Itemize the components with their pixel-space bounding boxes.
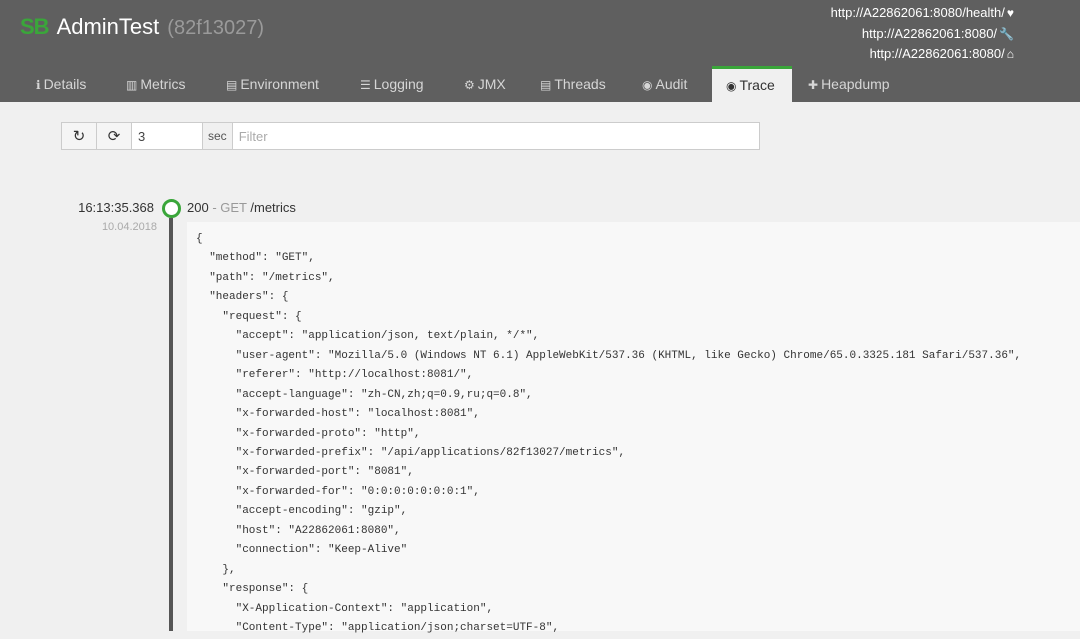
status-circle-icon xyxy=(162,199,181,218)
health-url-link[interactable]: http://A22862061:8080/health/♥ xyxy=(831,3,1014,24)
cogs-icon: ⚙ xyxy=(464,78,475,92)
auto-refresh-button[interactable]: ⟳ xyxy=(96,122,132,150)
tab-label: JMX xyxy=(477,76,506,92)
wrench-icon: 🔧 xyxy=(999,26,1014,41)
logo: SB xyxy=(20,14,50,39)
json-line: "x-forwarded-proto": "http", xyxy=(196,427,421,440)
tab-label: Environment xyxy=(240,76,319,92)
trace-toolbar: ↻ ⟳ sec xyxy=(61,122,760,152)
trace-json: { "method": "GET", "path": "/metrics", "… xyxy=(187,222,1080,639)
health-url[interactable]: http://A22862061:8080/health/ xyxy=(831,5,1005,20)
service-url[interactable]: http://A22862061:8080/ xyxy=(870,46,1005,61)
ambulance-icon: ✚ xyxy=(808,78,819,92)
auto-refresh-icon: ⟳ xyxy=(107,128,121,145)
tab-heapdump[interactable]: ✚ Heapdump xyxy=(808,66,890,102)
json-line: "host": "A22862061:8080", xyxy=(196,524,401,537)
tab-threads[interactable]: ▤ Threads xyxy=(540,66,606,102)
trace-status: 200 xyxy=(187,200,209,215)
trace-method: GET xyxy=(220,200,247,215)
home-icon: ⌂ xyxy=(1006,47,1014,61)
app-id: (82f13027) xyxy=(167,17,265,39)
json-line: { xyxy=(196,233,203,245)
trace-date: 10.04.2018 xyxy=(101,221,157,233)
chart-icon: ▥ xyxy=(126,78,138,92)
tab-environment[interactable]: ▤ Environment xyxy=(226,66,319,102)
json-line: "x-forwarded-port": "8081", xyxy=(196,466,414,479)
json-line: "method": "GET", xyxy=(196,252,315,265)
refresh-interval-input[interactable] xyxy=(131,122,203,150)
tab-audit[interactable]: ◉ Audit xyxy=(642,66,687,102)
tab-trace[interactable]: ◉ Trace xyxy=(712,66,792,102)
user-circle-icon: ◉ xyxy=(642,78,653,92)
app-name: AdminTest xyxy=(56,14,160,39)
trace-details: { "method": "GET", "path": "/metrics", "… xyxy=(187,222,1080,634)
tab-label: Trace xyxy=(739,77,775,93)
eye-icon: ◉ xyxy=(726,79,737,93)
management-url[interactable]: http://A22862061:8080/ xyxy=(862,26,997,41)
tab-label: Details xyxy=(43,76,87,92)
trace-time: 16:13:35.368 xyxy=(78,200,154,215)
tab-label: Heapdump xyxy=(821,76,890,92)
json-line: "accept-language": "zh-CN,zh;q=0.9,ru;q=… xyxy=(196,388,533,401)
trace-summary[interactable]: 200 - GET /metrics xyxy=(187,200,296,215)
table-icon: ▤ xyxy=(226,78,238,92)
interval-unit: sec xyxy=(202,122,233,150)
json-line: "path": "/metrics", xyxy=(196,271,335,284)
timeline-line xyxy=(169,218,173,631)
json-line: "request": { xyxy=(196,310,302,323)
json-line: "accept-encoding": "gzip", xyxy=(196,505,408,518)
tab-details[interactable]: ℹ Details xyxy=(36,66,86,102)
tab-label: Logging xyxy=(373,76,424,92)
info-icon: ℹ xyxy=(36,78,41,92)
trace-path: /metrics xyxy=(250,200,296,215)
trace-separator: - xyxy=(208,200,221,215)
json-line: "x-forwarded-host": "localhost:8081", xyxy=(196,408,480,421)
service-urls: http://A22862061:8080/health/♥ http://A2… xyxy=(831,3,1014,65)
refresh-icon: ↻ xyxy=(72,128,86,145)
json-line: "response": { xyxy=(196,583,309,596)
json-line: }, xyxy=(196,563,236,576)
json-line: "connection": "Keep-Alive" xyxy=(196,544,408,557)
heartbeat-icon: ♥ xyxy=(1006,6,1014,20)
app-header: SB AdminTest (82f13027) http://A22862061… xyxy=(0,0,1080,102)
filter-input[interactable] xyxy=(231,122,760,150)
tab-bar: ℹ Details ▥ Metrics ▤ Environment ☰ Logging … xyxy=(0,66,1080,102)
json-line: "x-forwarded-prefix": "/api/applications… xyxy=(196,446,626,459)
refresh-button[interactable]: ↻ xyxy=(61,122,97,150)
json-line: "accept": "application/json, text/plain,… xyxy=(196,330,540,343)
management-url-link[interactable]: http://A22862061:8080/🔧 xyxy=(831,24,1014,45)
brand: SB AdminTest (82f13027) xyxy=(20,14,264,44)
tab-label: Metrics xyxy=(140,76,186,92)
tab-jmx[interactable]: ⚙ JMX xyxy=(464,66,506,102)
tab-label: Threads xyxy=(554,76,606,92)
json-line: "x-forwarded-for": "0:0:0:0:0:0:0:1", xyxy=(196,485,480,498)
json-line: "user-agent": "Mozilla/5.0 (Windows NT 6… xyxy=(196,349,1022,362)
json-line: "Content-Type": "application/json;charse… xyxy=(196,622,560,635)
json-line: "referer": "http://localhost:8081/", xyxy=(196,369,474,382)
sliders-icon: ☰ xyxy=(360,78,371,92)
json-line: "headers": { xyxy=(196,291,289,304)
tab-logging[interactable]: ☰ Logging xyxy=(360,66,424,102)
tab-metrics[interactable]: ▥ Metrics xyxy=(126,66,185,102)
json-line: "X-Application-Context": "application", xyxy=(196,602,494,615)
service-url-link[interactable]: http://A22862061:8080/⌂ xyxy=(831,44,1014,65)
tab-label: Audit xyxy=(655,76,688,92)
list-icon: ▤ xyxy=(540,78,552,92)
